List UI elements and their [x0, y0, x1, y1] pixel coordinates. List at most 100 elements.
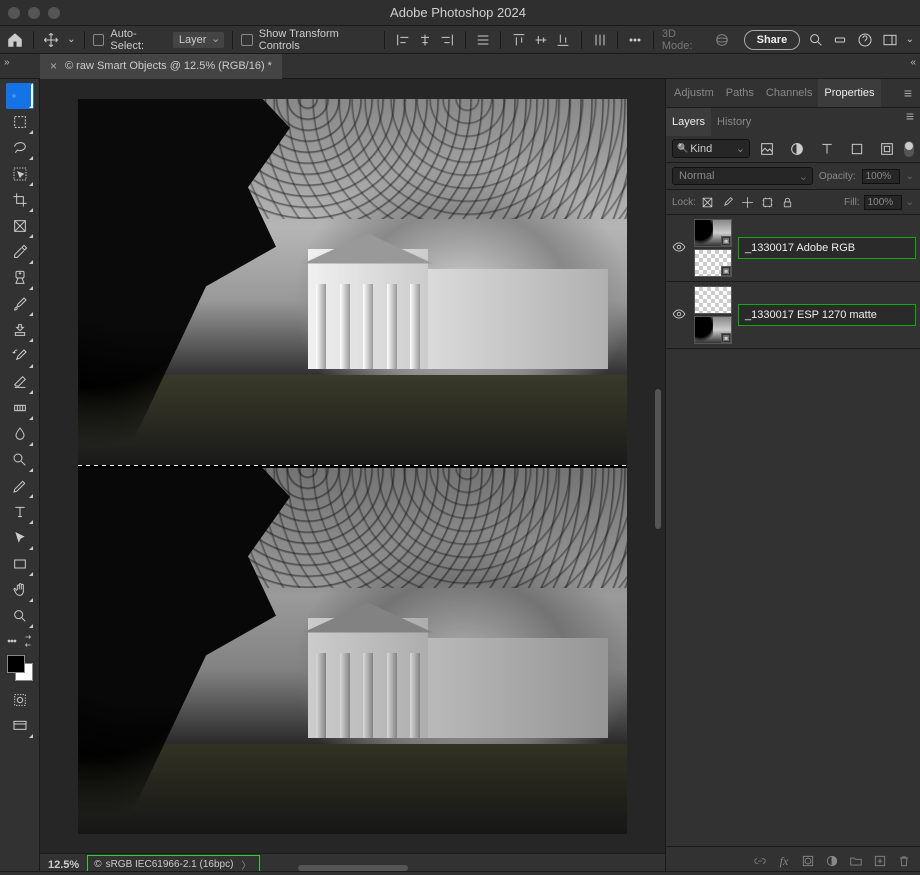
align-center-h-icon[interactable] — [415, 30, 435, 50]
close-window-icon[interactable] — [8, 7, 20, 19]
lock-position-icon[interactable] — [740, 194, 756, 210]
home-icon[interactable] — [6, 30, 25, 50]
eraser-tool[interactable] — [6, 369, 34, 395]
orbit-3d-icon[interactable] — [713, 30, 732, 50]
layer-secondary-thumbnail[interactable]: ▣ — [694, 316, 732, 344]
fill-value[interactable]: 100% — [864, 195, 902, 210]
brush-tool[interactable] — [6, 291, 34, 317]
rectangle-tool[interactable] — [6, 551, 34, 577]
screen-mode-icon[interactable] — [6, 713, 34, 739]
opacity-value[interactable]: 100% — [862, 169, 900, 184]
type-tool[interactable] — [6, 499, 34, 525]
maximize-window-icon[interactable] — [48, 7, 60, 19]
layers-panel-menu-icon[interactable]: ≡ — [900, 108, 920, 135]
expand-panels-icon[interactable]: « — [910, 57, 916, 68]
filter-smartobject-icon[interactable] — [879, 141, 895, 157]
hand-tool[interactable] — [6, 577, 34, 603]
opacity-chevron-icon[interactable]: ⌄ — [906, 171, 914, 182]
workspace-dropdown-icon[interactable]: ⌄ — [906, 34, 914, 45]
filter-kind-dropdown[interactable]: Kind — [672, 139, 750, 158]
zoom-level[interactable]: 12.5% — [48, 859, 79, 871]
align-right-icon[interactable] — [437, 30, 457, 50]
new-layer-icon[interactable] — [872, 853, 888, 869]
filter-toggle-switch[interactable] — [904, 141, 914, 157]
swap-colors-icon[interactable] — [20, 633, 36, 649]
tab-properties[interactable]: Properties — [818, 79, 880, 107]
align-left-icon[interactable] — [393, 30, 413, 50]
search-icon[interactable] — [806, 30, 825, 50]
lasso-tool[interactable] — [6, 135, 34, 161]
history-brush-tool[interactable] — [6, 343, 34, 369]
quick-mask-icon[interactable] — [6, 687, 34, 713]
clone-stamp-tool[interactable] — [6, 317, 34, 343]
zoom-tool[interactable] — [6, 603, 34, 629]
align-bottom-icon[interactable] — [553, 30, 573, 50]
tab-channels[interactable]: Channels — [760, 79, 818, 107]
distribute-h-icon[interactable] — [474, 30, 493, 50]
healing-brush-tool[interactable] — [6, 265, 34, 291]
help-icon[interactable] — [856, 30, 875, 50]
filter-pixel-icon[interactable] — [759, 141, 775, 157]
delete-layer-icon[interactable] — [896, 853, 912, 869]
layer-thumbnail[interactable]: ▣ — [694, 219, 732, 247]
adjustment-layer-icon[interactable] — [824, 853, 840, 869]
crop-tool[interactable] — [6, 187, 34, 213]
vertical-scrollbar[interactable] — [655, 389, 661, 529]
move-tool-icon[interactable] — [42, 30, 61, 50]
layer-style-icon[interactable]: fx — [776, 853, 792, 869]
frame-tool[interactable] — [6, 213, 34, 239]
more-options-icon[interactable] — [626, 30, 645, 50]
auto-select-target-dropdown[interactable]: Layer — [173, 32, 225, 48]
layer-name-input[interactable]: _1330017 Adobe RGB — [738, 237, 916, 259]
panel-menu-icon[interactable]: ≡ — [898, 85, 918, 101]
blend-mode-dropdown[interactable]: Normal — [672, 167, 813, 185]
lock-image-icon[interactable] — [720, 194, 736, 210]
object-selection-tool[interactable] — [6, 161, 34, 187]
document-canvas[interactable] — [40, 79, 665, 853]
lock-artboard-icon[interactable] — [760, 194, 776, 210]
add-mask-icon[interactable] — [800, 853, 816, 869]
fill-chevron-icon[interactable]: ⌄ — [906, 197, 914, 208]
minimize-window-icon[interactable] — [28, 7, 40, 19]
filter-type-icon[interactable] — [819, 141, 835, 157]
tab-adjustments[interactable]: Adjustm — [668, 79, 720, 107]
align-top-icon[interactable] — [509, 30, 529, 50]
auto-select-checkbox[interactable] — [93, 34, 104, 46]
filter-adjustment-icon[interactable] — [789, 141, 805, 157]
layer-visibility-toggle[interactable] — [670, 307, 688, 324]
lock-transparency-icon[interactable] — [700, 194, 716, 210]
layer-thumbnail[interactable] — [694, 286, 732, 314]
gradient-tool[interactable] — [6, 395, 34, 421]
align-center-v-icon[interactable] — [531, 30, 551, 50]
marquee-tool[interactable] — [6, 109, 34, 135]
contextual-task-bar-icon[interactable] — [831, 30, 850, 50]
new-group-icon[interactable] — [848, 853, 864, 869]
tool-preset-dropdown-icon[interactable]: ⌄ — [67, 30, 76, 50]
blur-tool[interactable] — [6, 421, 34, 447]
document-tab[interactable]: × © raw Smart Objects @ 12.5% (RGB/16) * — [40, 54, 282, 79]
layer-row-0[interactable]: ▣ ▣ _1330017 Adobe RGB — [666, 215, 920, 282]
layer-visibility-toggle[interactable] — [670, 240, 688, 257]
path-selection-tool[interactable] — [6, 525, 34, 551]
share-button[interactable]: Share — [744, 30, 801, 50]
tab-paths[interactable]: Paths — [720, 79, 760, 107]
tab-layers[interactable]: Layers — [666, 108, 711, 136]
expand-toolbar-icon[interactable]: » — [4, 57, 10, 68]
layer-mask-thumbnail[interactable]: ▣ — [694, 249, 732, 277]
link-layers-icon[interactable] — [752, 853, 768, 869]
layer-row-1[interactable]: ▣ _1330017 ESP 1270 matte — [666, 282, 920, 349]
show-transform-checkbox[interactable] — [241, 34, 252, 46]
foreground-color-swatch[interactable] — [7, 655, 25, 673]
color-swatches[interactable] — [7, 655, 33, 681]
filter-shape-icon[interactable] — [849, 141, 865, 157]
layer-name-input[interactable]: _1330017 ESP 1270 matte — [738, 304, 916, 326]
lock-all-icon[interactable] — [780, 194, 796, 210]
close-tab-icon[interactable]: × — [50, 59, 57, 73]
eyedropper-tool[interactable] — [6, 239, 34, 265]
workspace-switcher-icon[interactable] — [881, 30, 900, 50]
tab-history[interactable]: History — [711, 108, 757, 136]
distribute-v-icon[interactable] — [590, 30, 609, 50]
dodge-tool[interactable] — [6, 447, 34, 473]
pen-tool[interactable] — [6, 473, 34, 499]
edit-toolbar-icon[interactable] — [4, 633, 20, 649]
